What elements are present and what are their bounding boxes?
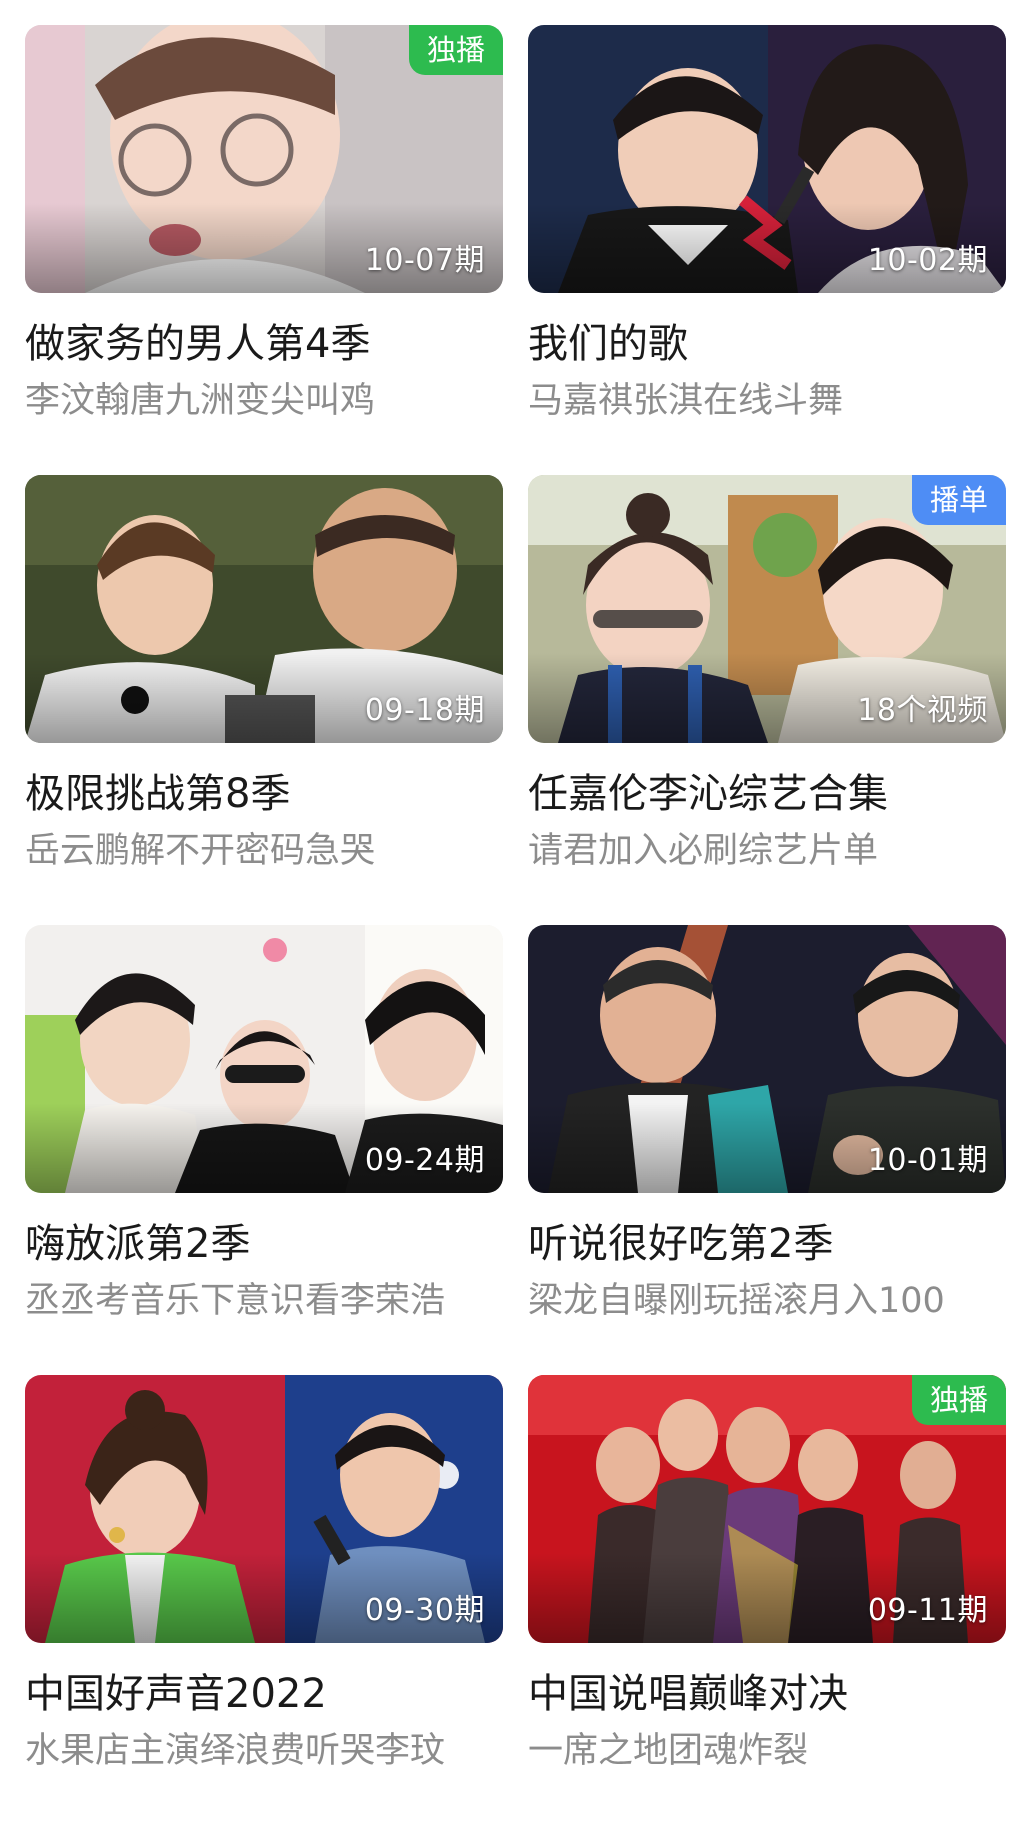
show-card[interactable]: 10-02期 我们的歌 马嘉祺张淇在线斗舞 (528, 25, 1006, 475)
show-card[interactable]: 独播 09-11期 中国说唱巅峰对决 一席之地团魂炸裂 (528, 1375, 1006, 1825)
episode-date: 09-30期 (364, 1593, 485, 1628)
episode-date: 10-02期 (867, 243, 988, 278)
show-subtitle: 丞丞考音乐下意识看李荣浩 (25, 1281, 446, 1321)
show-title[interactable]: 我们的歌 (528, 319, 1006, 369)
show-subtitle: 请君加入必刷综艺片单 (528, 831, 879, 871)
show-thumbnail[interactable]: 09-24期 (25, 925, 503, 1193)
show-subtitle: 岳云鹏解不开密码急哭 (25, 831, 376, 871)
show-card[interactable]: 09-30期 中国好声音2022 水果店主演绎浪费听哭李玟 (25, 1375, 503, 1825)
episode-date: 10-01期 (867, 1143, 988, 1178)
variety-show-grid: 独播 10-07期 做家务的男人第4季 李汶翰唐九洲变尖叫鸡 10-02期 我们… (25, 25, 1006, 1825)
episode-date: 09-24期 (364, 1143, 485, 1178)
playlist-tag: 播单 (911, 475, 1006, 525)
show-thumbnail[interactable]: 09-18期 (25, 475, 503, 743)
show-thumbnail[interactable]: 播单 18个视频 (528, 475, 1006, 743)
show-thumbnail[interactable]: 10-01期 (528, 925, 1006, 1193)
video-count: 18个视频 (857, 693, 988, 728)
show-thumbnail[interactable]: 10-02期 (528, 25, 1006, 293)
show-card[interactable]: 独播 10-07期 做家务的男人第4季 李汶翰唐九洲变尖叫鸡 (25, 25, 503, 475)
show-subtitle: 李汶翰唐九洲变尖叫鸡 (25, 381, 376, 421)
show-subtitle: 马嘉祺张淇在线斗舞 (528, 381, 844, 421)
show-card[interactable]: 播单 18个视频 任嘉伦李沁综艺合集 请君加入必刷综艺片单 (528, 475, 1006, 925)
show-card[interactable]: 10-01期 听说很好吃第2季 梁龙自曝刚玩摇滚月入100 (528, 925, 1006, 1375)
show-thumbnail[interactable]: 独播 10-07期 (25, 25, 503, 293)
show-title[interactable]: 极限挑战第8季 (25, 769, 503, 819)
exclusive-tag: 独播 (911, 1375, 1006, 1425)
show-subtitle: 梁龙自曝刚玩摇滚月入100 (528, 1281, 945, 1321)
show-title[interactable]: 中国说唱巅峰对决 (528, 1669, 1006, 1719)
show-subtitle: 一席之地团魂炸裂 (528, 1731, 809, 1771)
episode-date: 09-18期 (364, 693, 485, 728)
show-title[interactable]: 任嘉伦李沁综艺合集 (528, 769, 1006, 819)
show-thumbnail[interactable]: 09-30期 (25, 1375, 503, 1643)
show-title[interactable]: 中国好声音2022 (25, 1669, 503, 1719)
show-subtitle: 水果店主演绎浪费听哭李玟 (25, 1731, 446, 1771)
exclusive-tag: 独播 (408, 25, 503, 75)
episode-date: 09-11期 (867, 1593, 988, 1628)
show-title[interactable]: 嗨放派第2季 (25, 1219, 503, 1269)
show-card[interactable]: 09-18期 极限挑战第8季 岳云鹏解不开密码急哭 (25, 475, 503, 925)
show-title[interactable]: 听说很好吃第2季 (528, 1219, 1006, 1269)
show-thumbnail[interactable]: 独播 09-11期 (528, 1375, 1006, 1643)
show-card[interactable]: 09-24期 嗨放派第2季 丞丞考音乐下意识看李荣浩 (25, 925, 503, 1375)
episode-date: 10-07期 (364, 243, 485, 278)
show-title[interactable]: 做家务的男人第4季 (25, 319, 503, 369)
